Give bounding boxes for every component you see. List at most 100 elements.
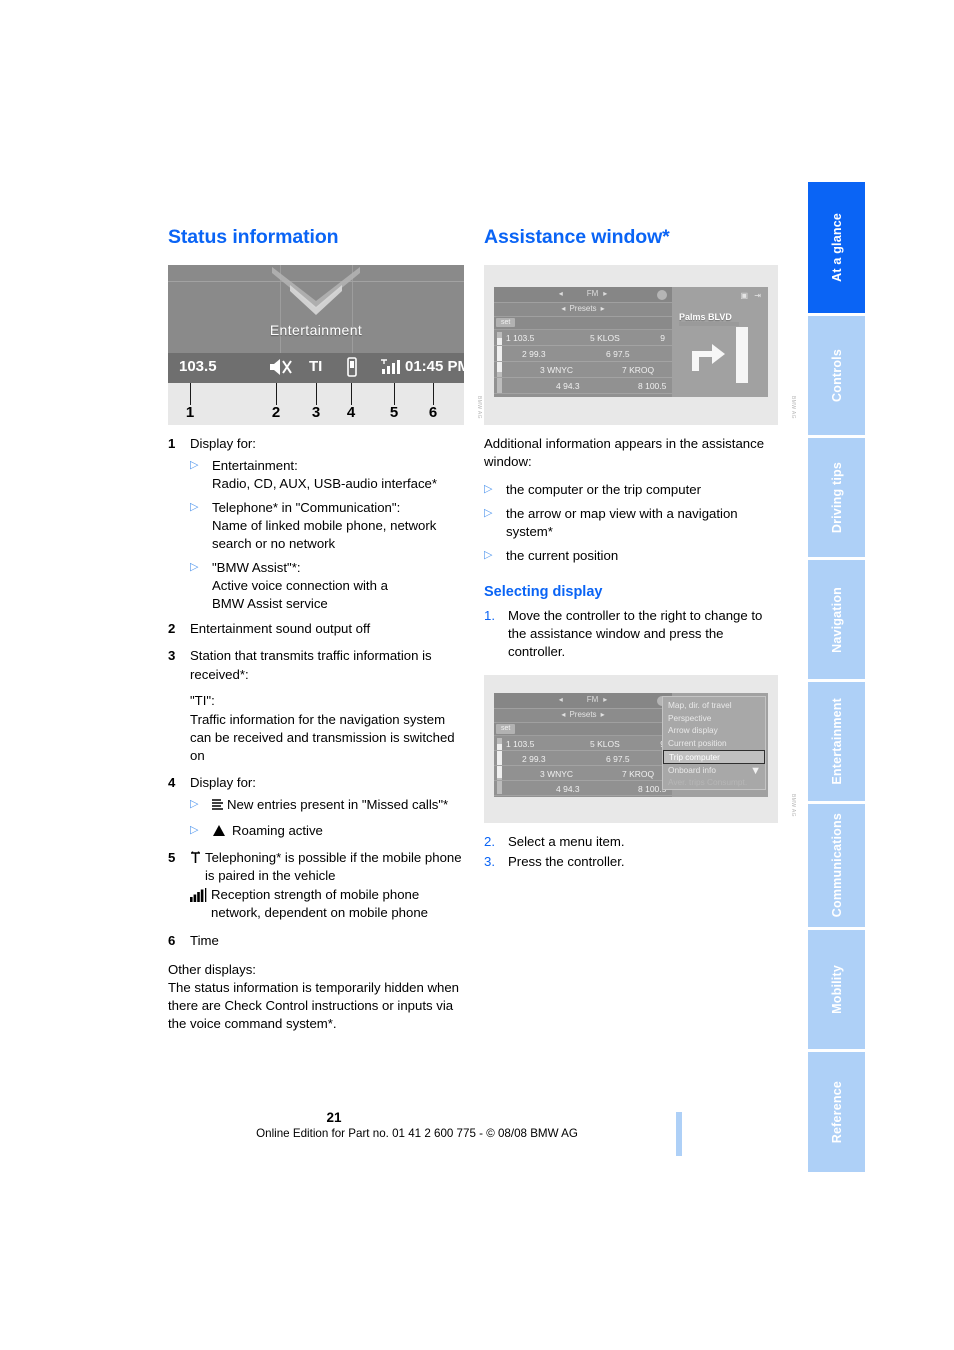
tab-controls[interactable]: Controls [808, 316, 865, 438]
tab-driving-tips[interactable]: Driving tips [808, 438, 865, 560]
chevron-down-icon[interactable]: ▼ [750, 764, 761, 779]
triangle-bullet-icon: ▷ [484, 506, 493, 519]
bullet-current-position: ▷ the current position [484, 547, 784, 565]
presets-header: ◂ Presets ▸ [494, 302, 672, 317]
status-traffic-info: TI [309, 358, 323, 376]
tab-mobility[interactable]: Mobility [808, 930, 865, 1052]
assistance-window-title: Assistance window* [484, 226, 670, 248]
preset-grid: 1 103.5 5 KLOS 9 2 99.3 6 97.5 3 WNYC 7 … [494, 330, 672, 397]
legend-item-6: 6 Time [168, 932, 468, 951]
preset-left: 2 99.3 [522, 754, 546, 765]
callout-3: 3 [311, 403, 321, 421]
legend-item-3: 3 Station that transmits traffic informa… [168, 647, 468, 765]
legend-number: 4 [168, 774, 176, 790]
preset-row[interactable]: 2 99.3 6 97.5 [494, 346, 672, 362]
idrive-status-bar: 103.5 TI 01:45 PM [168, 352, 470, 384]
assistance-popup-menu: Map, dir. of travel Perspective Arrow di… [662, 696, 766, 790]
legend-icon-text: Reception strength of mobile phone netwo… [211, 887, 429, 921]
triangle-bullet-icon: ▷ [190, 561, 199, 574]
preset-row[interactable]: 2 99.3 6 97.5 [494, 751, 672, 767]
radio-preset-panel: ◂ FM ▸ ◂ Presets ▸ set [494, 286, 672, 397]
bullet-line: the arrow or map view with a navigation … [506, 505, 738, 540]
bullet-line: search or no network [212, 536, 336, 552]
step-item-1: 1. Move the controller to the right to c… [484, 607, 784, 661]
legend-extra-ti: "TI": [190, 692, 215, 708]
assistance-window-panel: Map, dir. of travel Perspective Arrow di… [662, 693, 768, 798]
bullet-arrow-map-view: ▷ the arrow or map view with a navigatio… [484, 505, 784, 541]
bmw-wing-graphic [272, 266, 360, 315]
preset-mid: 6 97.5 [606, 754, 630, 765]
antenna-icon [190, 849, 201, 870]
status-frequency: 103.5 [179, 358, 217, 376]
menu-item-perspective[interactable]: Perspective [663, 712, 765, 725]
tab-communications[interactable]: Communications [808, 804, 865, 930]
radio-band-bar: ◂ FM ▸ [494, 286, 672, 303]
bullet-bmw-assist: ▷ "BMW Assist"*: Active voice connection… [190, 559, 468, 613]
signal-bars-icon [379, 358, 403, 383]
preset-right: 9 [660, 332, 665, 343]
figure-watermark: BMW AG [476, 395, 482, 419]
bullet-trip-computer: ▷ the computer or the trip computer [484, 481, 784, 499]
road-indicator [736, 326, 748, 383]
bullet-line: New entries present in "Missed calls"* [227, 797, 449, 813]
triangle-bullet-icon: ▷ [484, 482, 493, 495]
preset-row[interactable]: 3 WNYC 7 KROQ [494, 362, 672, 378]
figure-watermark: BMW AG [790, 794, 796, 818]
footer-accent-bar [676, 1112, 682, 1156]
tab-at-a-glance[interactable]: At a glance [808, 182, 865, 316]
legend-icon-text: Telephoning* is possible if the mobile p… [205, 850, 462, 884]
bullet-line: Telephone* in "Communication": [212, 499, 401, 515]
preset-mid: 7 KROQ [622, 364, 655, 375]
step-text: Select a menu item. [508, 834, 625, 850]
status-legend-list: 1 Display for: ▷ Entertainment: Radio, C… [168, 435, 468, 951]
presets-label: Presets [569, 710, 597, 720]
selecting-display-title: Selecting display [484, 584, 603, 601]
bullet-line: Entertainment: [212, 457, 298, 473]
menu-item-arrow-display[interactable]: Arrow display [663, 724, 765, 737]
bullet-line: "BMW Assist"*: [212, 560, 301, 576]
preset-row[interactable]: 1 103.5 5 KLOS 9 [494, 736, 672, 752]
bullet-telephone: ▷ Telephone* in "Communication": Name of… [190, 499, 468, 553]
bullet-line: Active voice connection with a [212, 578, 388, 594]
menu-item-trip-computer[interactable]: Trip computer [663, 749, 765, 764]
legend-item-2: 2 Entertainment sound output off [168, 620, 468, 639]
preset-row[interactable]: 4 94.3 8 100.5 [494, 781, 672, 797]
preset-row[interactable]: 1 103.5 5 KLOS 9 [494, 330, 672, 346]
legend-number: 6 [168, 932, 176, 948]
triangle-bullet-icon: ▷ [190, 500, 199, 513]
signal-bars-icon [190, 886, 207, 907]
preset-row[interactable]: 4 94.3 8 100.5 [494, 378, 672, 394]
figure-watermark: BMW AG [790, 395, 796, 419]
idrive-header: Entertainment [168, 264, 464, 353]
set-button[interactable]: set [496, 724, 516, 734]
legend-heading: Station that transmits traffic informati… [190, 648, 432, 682]
screen-title: Entertainment [269, 321, 363, 338]
triangle-bullet-icon: ▷ [190, 458, 199, 471]
legend-heading: Display for: [190, 774, 256, 790]
figure-callouts: 1 2 3 4 5 6 [168, 382, 464, 425]
set-button[interactable]: set [496, 317, 516, 328]
menu-item-map-dir-of-travel[interactable]: Map, dir. of travel [663, 699, 765, 712]
preset-row[interactable]: 3 WNYC 7 KROQ [494, 766, 672, 782]
roaming-triangle-icon [212, 822, 226, 842]
tab-entertainment[interactable]: Entertainment [808, 682, 865, 804]
triangle-bullet-icon: ▷ [190, 798, 199, 811]
tab-label: Entertainment [829, 698, 844, 785]
left-column: Status information Entertainment 103.5 T… [168, 224, 482, 1033]
triangle-bullet-icon: ▷ [190, 824, 199, 837]
other-displays-text: The status information is temporarily hi… [168, 979, 460, 1031]
legend-item-1: 1 Display for: ▷ Entertainment: Radio, C… [168, 435, 468, 620]
turn-right-arrow-icon [688, 339, 728, 378]
radio-preset-panel: ◂ FM ▸ ◂ Presets ▸ set [494, 693, 672, 798]
mute-speaker-icon [268, 357, 294, 384]
legend-heading: Display for: [190, 435, 256, 451]
band-label: FM [586, 288, 599, 298]
step-number: 1. [484, 608, 495, 624]
tab-navigation[interactable]: Navigation [808, 560, 865, 682]
legend-number: 3 [168, 648, 176, 664]
menu-item-current-position[interactable]: Current position [663, 737, 765, 750]
step-number: 2. [484, 834, 495, 850]
preset-left: 4 94.3 [556, 380, 580, 391]
page-title: Status information [168, 226, 339, 248]
preset-left: 3 WNYC [540, 769, 574, 780]
